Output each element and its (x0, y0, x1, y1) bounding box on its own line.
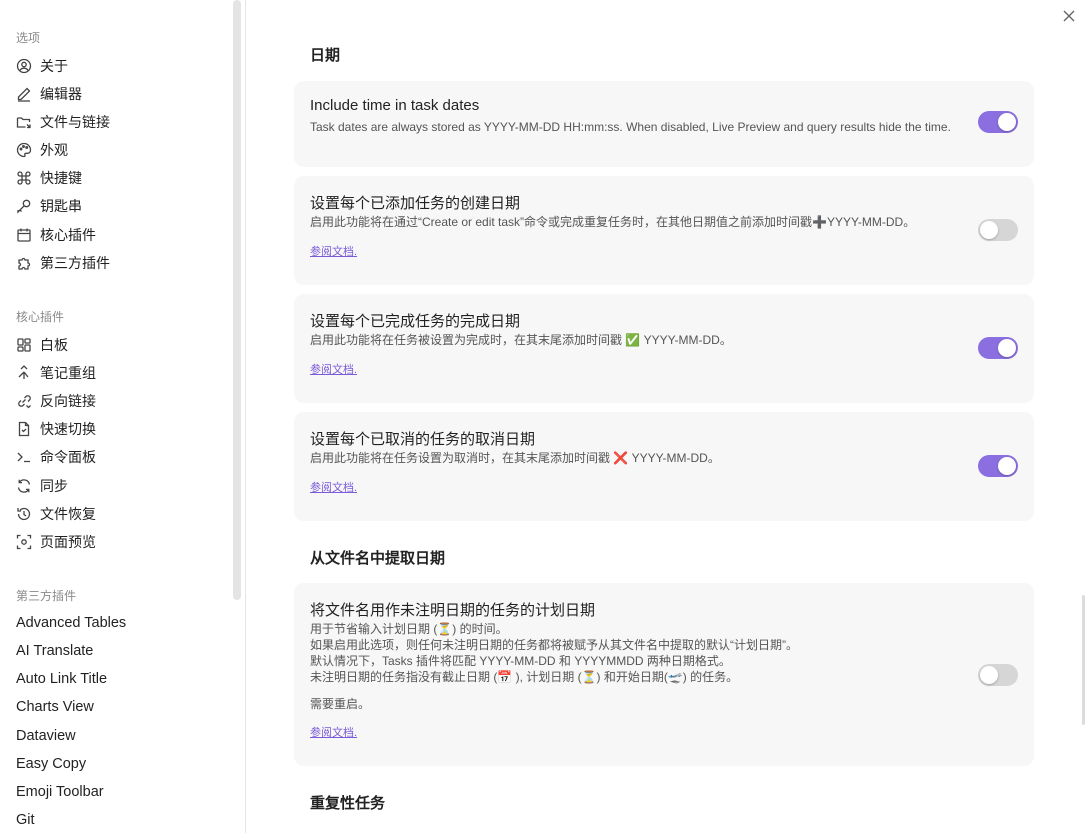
sidebar-plugin-item[interactable]: Easy Copy (16, 756, 86, 772)
sidebar-item-editor[interactable]: 编辑器 (0, 80, 230, 108)
sidebar-item-label: 编辑器 (40, 86, 82, 102)
history-icon (16, 506, 32, 522)
sync-icon (16, 478, 32, 494)
setting-done-date: 设置每个已完成任务的完成日期 启用此功能将在任务被设置为完成时，在其末尾添加时间… (294, 294, 1034, 403)
toggle-knob (980, 666, 998, 684)
terminal-icon (16, 449, 32, 465)
sidebar-item-quick-switcher[interactable]: 快速切换 (0, 415, 230, 443)
sidebar-item-label: 核心插件 (40, 227, 96, 243)
command-icon (16, 170, 32, 186)
sidebar-plugin-item[interactable]: Emoji Toolbar (16, 784, 104, 800)
toggle-knob (998, 339, 1016, 357)
docs-link[interactable]: 参阅文档. (310, 361, 357, 377)
docs-link[interactable]: 参阅文档. (310, 724, 357, 740)
setting-created-date: 设置每个已添加任务的创建日期 启用此功能将在通过“Create or edit … (294, 176, 1034, 285)
key-icon (16, 198, 32, 214)
setting-include-time: Include time in task dates Task dates ar… (294, 81, 1034, 167)
sidebar-item-backlinks[interactable]: 反向链接 (0, 387, 230, 415)
setting-cancelled-date: 设置每个已取消的任务的取消日期 启用此功能将在任务设置为取消时，在其末尾添加时间… (294, 412, 1034, 521)
setting-title: 设置每个已完成任务的完成日期 (310, 313, 521, 330)
user-circle-icon (16, 58, 32, 74)
toggle-filename-scheduled[interactable] (978, 664, 1018, 686)
sidebar-item-community-plugins[interactable]: 第三方插件 (0, 249, 230, 277)
sidebar-plugin-item[interactable]: Auto Link Title (16, 671, 107, 687)
sidebar-item-label: 关于 (40, 58, 68, 74)
sidebar-item-label: 命令面板 (40, 449, 96, 465)
sidebar-item-files-links[interactable]: 文件与链接 (0, 108, 230, 136)
setting-title: 设置每个已添加任务的创建日期 (310, 195, 521, 212)
toggle-include-time[interactable] (978, 111, 1018, 133)
sidebar-item-label: 快捷键 (40, 170, 82, 186)
file-switch-icon (16, 421, 32, 437)
sidebar-item-page-preview[interactable]: 页面预览 (0, 528, 230, 556)
sidebar-item-label: 快速切换 (40, 421, 96, 437)
preview-icon (16, 534, 32, 550)
sidebar-plugin-item[interactable]: Dataview (16, 728, 76, 744)
sidebar-item-canvas[interactable]: 白板 (0, 331, 230, 359)
docs-link[interactable]: 参阅文档. (310, 243, 357, 259)
toggle-done-date[interactable] (978, 337, 1018, 359)
sidebar-item-appearance[interactable]: 外观 (0, 136, 230, 164)
sidebar-item-hotkeys[interactable]: 快捷键 (0, 164, 230, 192)
sidebar-section-third-party: 第三方插件 (16, 589, 77, 603)
sidebar-item-file-recovery[interactable]: 文件恢复 (0, 500, 230, 528)
restart-note: 需要重启。 (310, 697, 371, 711)
close-icon[interactable] (1061, 8, 1077, 24)
sidebar-item-about[interactable]: 关于 (0, 52, 230, 80)
pen-icon (16, 86, 32, 102)
sidebar-item-label: 第三方插件 (40, 255, 110, 271)
sidebar-item-label: 白板 (40, 337, 68, 353)
sidebar-scrollbar[interactable] (233, 0, 241, 600)
description-line: 用于节省输入计划日期 (⏳) 的时间。 (310, 622, 508, 636)
sidebar-item-core-plugins[interactable]: 核心插件 (0, 221, 230, 249)
palette-icon (16, 142, 32, 158)
docs-link[interactable]: 参阅文档. (310, 479, 357, 495)
sidebar-item-sync[interactable]: 同步 (0, 472, 230, 500)
sidebar-item-label: 钥匙串 (40, 198, 82, 214)
puzzle-icon (16, 255, 32, 271)
sidebar-item-label: 文件恢复 (40, 506, 96, 522)
section-heading-recurring: 重复性任务 (310, 795, 386, 812)
merge-icon (16, 365, 32, 381)
canvas-icon (16, 337, 32, 353)
setting-description: 启用此功能将在通过“Create or edit task”命令或完成重复任务时… (310, 215, 916, 229)
description-line: 默认情况下，Tasks 插件将匹配 YYYY-MM-DD 和 YYYYMMDD … (310, 654, 731, 668)
section-heading-dates: 日期 (310, 47, 341, 64)
settings-sidebar: 选项 关于 编辑器 文件与链接 外观 快捷键 钥匙串 核心插件 第三方插件 核心… (0, 0, 246, 833)
sidebar-plugin-item[interactable]: AI Translate (16, 643, 93, 659)
toggle-knob (998, 457, 1016, 475)
sidebar-item-label: 页面预览 (40, 534, 96, 550)
backlink-icon (16, 393, 32, 409)
sidebar-item-keychain[interactable]: 钥匙串 (0, 192, 230, 220)
section-heading-filename: 从文件名中提取日期 (310, 550, 446, 567)
sidebar-section-core: 核心插件 (16, 310, 65, 324)
toggle-created-date[interactable] (978, 219, 1018, 241)
sidebar-item-label: 反向链接 (40, 393, 96, 409)
setting-description: 用于节省输入计划日期 (⏳) 的时间。 如果启用此选项，则任何未注明日期的任务都… (310, 621, 965, 712)
sidebar-item-label: 笔记重组 (40, 365, 96, 381)
setting-description: 启用此功能将在任务被设置为完成时，在其末尾添加时间戳 ✅ YYYY-MM-DD。 (310, 333, 732, 347)
folder-link-icon (16, 114, 32, 130)
calendar-plugin-icon (16, 227, 32, 243)
setting-description: 启用此功能将在任务设置为取消时，在其末尾添加时间戳 ❌ YYYY-MM-DD。 (310, 451, 720, 465)
sidebar-item-label: 外观 (40, 142, 68, 158)
sidebar-item-label: 同步 (40, 478, 68, 494)
setting-title: 将文件名用作未注明日期的任务的计划日期 (310, 602, 596, 619)
sidebar-item-note-composer[interactable]: 笔记重组 (0, 359, 230, 387)
toggle-knob (998, 113, 1016, 131)
sidebar-plugin-item[interactable]: Charts View (16, 699, 94, 715)
sidebar-plugin-item[interactable]: Git (16, 812, 35, 828)
description-line: 未注明日期的任务指没有截止日期 (📅 ), 计划日期 (⏳) 和开始日期(🛫) … (310, 670, 739, 684)
setting-title: Include time in task dates (310, 97, 480, 114)
toggle-cancelled-date[interactable] (978, 455, 1018, 477)
setting-description: Task dates are always stored as YYYY-MM-… (310, 120, 951, 134)
sidebar-section-options: 选项 (16, 31, 41, 45)
description-line: 如果启用此选项，则任何未注明日期的任务都将被赋予从其文件名中提取的默认“计划日期… (310, 638, 798, 652)
sidebar-plugin-item[interactable]: Advanced Tables (16, 615, 126, 631)
sidebar-item-label: 文件与链接 (40, 114, 110, 130)
sidebar-item-command-palette[interactable]: 命令面板 (0, 443, 230, 471)
setting-title: 设置每个已取消的任务的取消日期 (310, 431, 536, 448)
toggle-knob (980, 221, 998, 239)
setting-filename-scheduled: 将文件名用作未注明日期的任务的计划日期 用于节省输入计划日期 (⏳) 的时间。 … (294, 583, 1034, 766)
